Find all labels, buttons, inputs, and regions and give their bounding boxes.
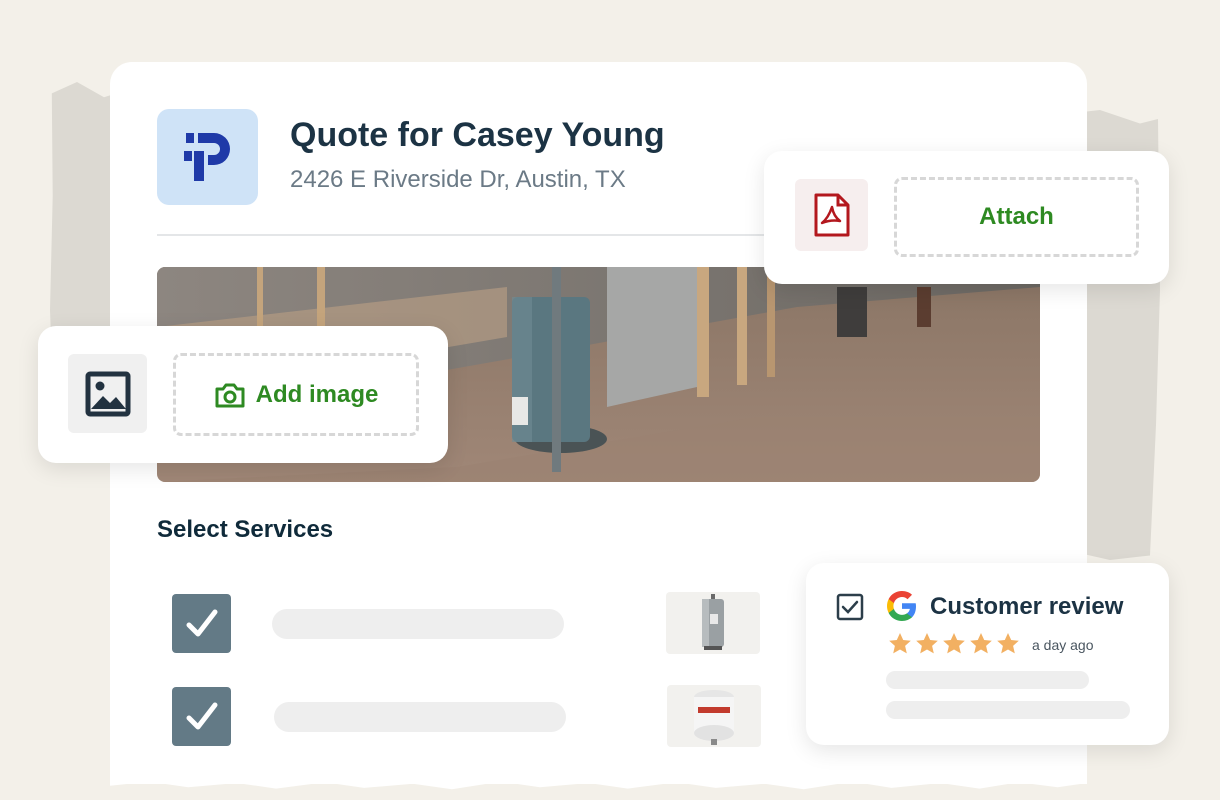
header-divider (157, 234, 777, 236)
pipe-logo-icon (183, 133, 230, 181)
attach-card: Attach (764, 151, 1169, 284)
review-text-placeholder (886, 671, 1089, 689)
attach-button-label: Attach (979, 203, 1054, 230)
star-icon (916, 633, 938, 654)
water-heater-thumbnail (666, 592, 760, 654)
star-icon (943, 633, 965, 654)
star-icon (997, 633, 1019, 654)
customer-review-card: Customer review a day ago (806, 563, 1169, 745)
company-logo (157, 109, 258, 205)
star-icon (970, 633, 992, 654)
service-checkbox[interactable] (172, 594, 231, 653)
camera-icon (215, 383, 245, 407)
review-title: Customer review (930, 593, 1124, 620)
image-icon (68, 354, 147, 433)
add-image-label: Add image (255, 380, 379, 408)
star-icon (889, 633, 911, 654)
google-icon (885, 589, 919, 623)
torn-edge (110, 776, 1087, 790)
review-text-placeholder (886, 701, 1130, 719)
customer-address: 2426 E Riverside Dr, Austin, TX (290, 166, 626, 193)
add-image-card: Add image (38, 326, 448, 463)
expansion-tank-thumbnail (667, 685, 761, 747)
check-icon (186, 609, 217, 636)
service-name-placeholder (274, 702, 566, 732)
service-checkbox[interactable] (172, 687, 231, 746)
pdf-icon (795, 179, 868, 251)
page-title: Quote for Casey Young (290, 116, 665, 154)
checkbox-checked-icon (836, 593, 864, 621)
review-timestamp: a day ago (1032, 637, 1094, 653)
service-name-placeholder (272, 609, 564, 639)
review-checkbox[interactable] (836, 593, 864, 621)
add-image-button[interactable]: Add image (173, 353, 419, 436)
attach-button[interactable]: Attach (894, 177, 1139, 257)
check-icon (186, 702, 217, 729)
services-heading: Select Services (157, 516, 334, 543)
star-rating (888, 632, 1020, 655)
